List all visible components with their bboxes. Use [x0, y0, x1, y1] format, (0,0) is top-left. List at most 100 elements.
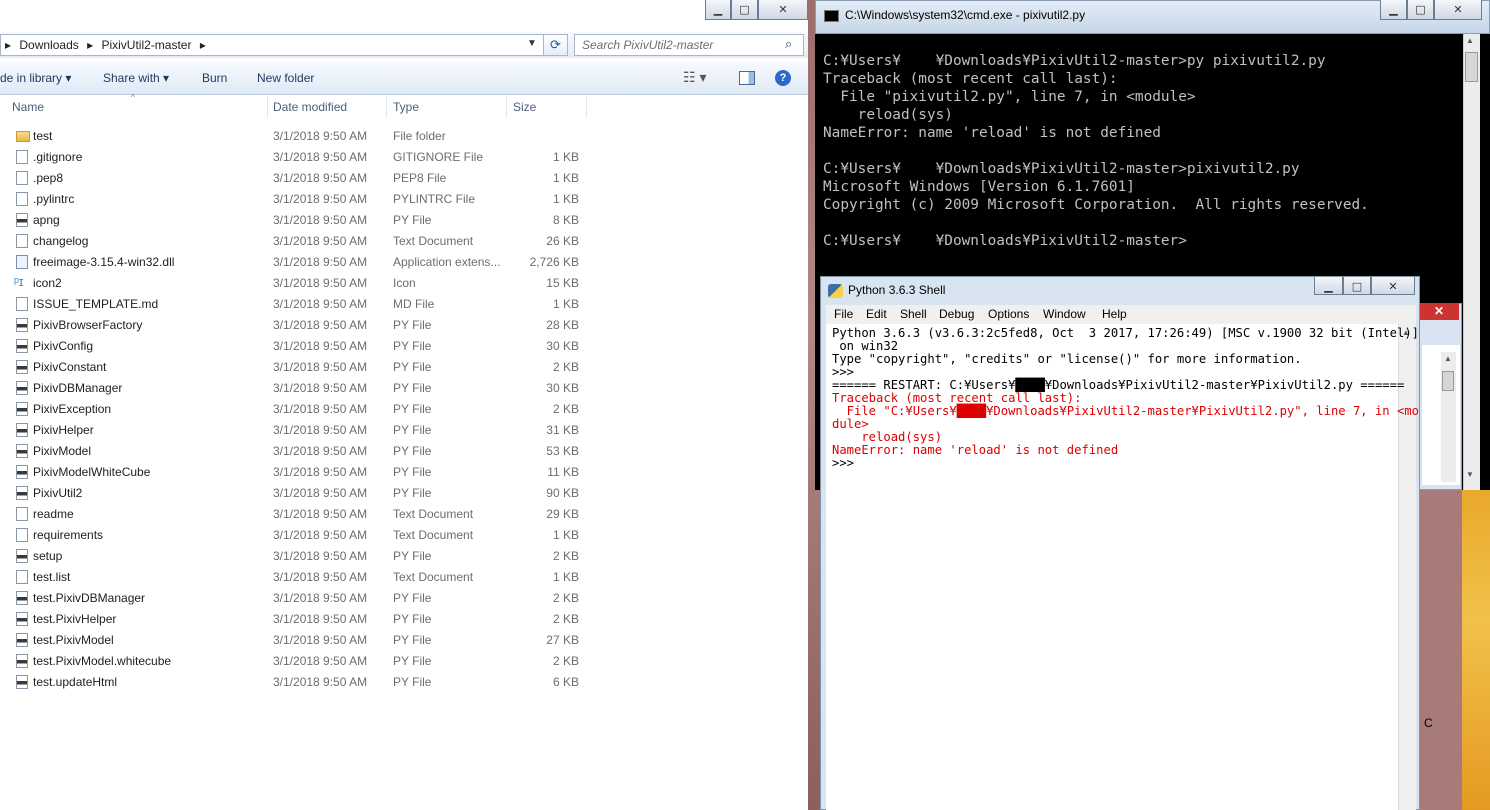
cmd-window-title: C:\Windows\system32\cmd.exe - pixivutil2…: [845, 8, 1086, 22]
file-row[interactable]: setup 3/1/2018 9:50 AM PY File 2 KB: [0, 546, 590, 567]
file-size: 27 KB: [546, 633, 579, 647]
menu-help[interactable]: Help: [1102, 307, 1127, 321]
file-row[interactable]: PixivException 3/1/2018 9:50 AM PY File 2 K…: [0, 399, 590, 420]
search-input[interactable]: Search PixivUtil2-master: [574, 34, 804, 56]
file-name: PixivConfig: [33, 339, 94, 353]
py-icon: [16, 675, 28, 689]
column-size[interactable]: Size: [513, 100, 536, 114]
idle-maximize-button[interactable]: □: [1343, 277, 1371, 295]
idle-close-button[interactable]: ✕: [1371, 277, 1415, 295]
file-row[interactable]: test 3/1/2018 9:50 AM File folder: [0, 126, 590, 147]
cmd-scrollbar[interactable]: [1463, 34, 1480, 490]
breadcrumb[interactable]: ▸ Downloads ▸ PixivUtil2-master ▸: [0, 34, 568, 56]
file-size: 2 KB: [552, 591, 579, 605]
search-icon[interactable]: ⌕: [785, 36, 792, 52]
file-date-modified: 3/1/2018 9:50 AM: [273, 549, 368, 563]
scroll-up-icon[interactable]: ▲: [1444, 354, 1452, 363]
file-type: PY File: [393, 444, 432, 458]
menu-options[interactable]: Options: [988, 307, 1029, 321]
scroll-down-icon[interactable]: ▼: [1466, 470, 1474, 479]
file-row[interactable]: PixivConstant 3/1/2018 9:50 AM PY File 2 KB: [0, 357, 590, 378]
menu-shell[interactable]: Shell: [900, 307, 927, 321]
address-dropdown-icon[interactable]: ▼: [527, 38, 537, 49]
breadcrumb-arrow-icon[interactable]: ▸: [200, 38, 206, 52]
cmd-line: File "pixivutil2.py", line 7, in <module…: [823, 89, 1196, 105]
file-row[interactable]: test.PixivModel.whitecube 3/1/2018 9:50 A…: [0, 651, 590, 672]
breadcrumb-downloads[interactable]: Downloads: [19, 38, 78, 52]
file-row[interactable]: readme 3/1/2018 9:50 AM Text Document 29 KB: [0, 504, 590, 525]
icon-icon: ᵖɪ: [14, 274, 24, 289]
cmd-maximize-button[interactable]: □: [1407, 0, 1434, 20]
py-icon: [16, 339, 28, 353]
menu-debug[interactable]: Debug: [939, 307, 974, 321]
burn-button[interactable]: Burn: [202, 71, 227, 85]
file-row[interactable]: test.updateHtml 3/1/2018 9:50 AM PY File 6 …: [0, 672, 590, 693]
file-row[interactable]: test.PixivModel 3/1/2018 9:50 AM PY File 27…: [0, 630, 590, 651]
file-row[interactable]: PixivDBManager 3/1/2018 9:50 AM PY File 30 …: [0, 378, 590, 399]
cmd-console-output[interactable]: C:¥Users¥ ¥Downloads¥PixivUtil2-master>p…: [823, 52, 1463, 282]
cmd-line: reload(sys): [823, 107, 953, 123]
file-size: 8 KB: [552, 213, 579, 227]
cmd-minimize-button[interactable]: ▁: [1380, 0, 1407, 20]
share-with-button[interactable]: Share with ▾: [103, 71, 169, 85]
column-divider[interactable]: [506, 96, 507, 118]
sort-ascending-icon: ^: [131, 93, 135, 102]
file-row[interactable]: .pep8 3/1/2018 9:50 AM PEP8 File 1 KB: [0, 168, 590, 189]
help-icon[interactable]: ?: [775, 70, 791, 86]
explorer-maximize-button[interactable]: □: [731, 0, 758, 20]
file-name: .gitignore: [33, 150, 83, 164]
idle-editor-close-button[interactable]: ✕: [1419, 303, 1459, 320]
file-row[interactable]: freeimage-3.15.4-win32.dll 3/1/2018 9:50 …: [0, 252, 590, 273]
column-divider[interactable]: [386, 96, 387, 118]
preview-pane-icon[interactable]: [739, 71, 755, 85]
new-folder-button[interactable]: New folder: [257, 71, 314, 85]
menu-file[interactable]: File: [834, 307, 853, 321]
file-row[interactable]: test.PixivDBManager 3/1/2018 9:50 AM PY Fi…: [0, 588, 590, 609]
cmd-scrollbar-thumb[interactable]: [1465, 52, 1478, 82]
idle-editor-scrollbar-thumb[interactable]: [1442, 371, 1454, 391]
explorer-close-button[interactable]: ✕: [758, 0, 808, 20]
file-row[interactable]: test.list 3/1/2018 9:50 AM Text Document 1 …: [0, 567, 590, 588]
file-row[interactable]: PixivModelWhiteCube 3/1/2018 9:50 AM PY Fi…: [0, 462, 590, 483]
file-row[interactable]: PixivHelper 3/1/2018 9:50 AM PY File 31 KB: [0, 420, 590, 441]
file-row[interactable]: test.PixivHelper 3/1/2018 9:50 AM PY File 2…: [0, 609, 590, 630]
file-row[interactable]: .pylintrc 3/1/2018 9:50 AM PYLINTRC File 1 …: [0, 189, 590, 210]
view-options-icon[interactable]: ☷ ▾: [683, 69, 706, 86]
breadcrumb-pixivutil2-master[interactable]: PixivUtil2-master: [101, 38, 191, 52]
cmd-close-button[interactable]: ✕: [1434, 0, 1482, 20]
file-row[interactable]: PixivUtil2 3/1/2018 9:50 AM PY File 90 KB: [0, 483, 590, 504]
cmd-line: Copyright (c) 2009 Microsoft Corporation…: [823, 197, 1369, 213]
idle-shell-scrollbar[interactable]: [1398, 324, 1416, 810]
column-date-modified[interactable]: Date modified: [273, 100, 347, 114]
file-date-modified: 3/1/2018 9:50 AM: [273, 213, 368, 227]
file-size: 2,726 KB: [529, 255, 579, 269]
refresh-icon[interactable]: ⟳: [543, 34, 568, 56]
explorer-minimize-button[interactable]: ▁: [705, 0, 731, 20]
column-type[interactable]: Type: [393, 100, 419, 114]
file-row[interactable]: ᵖɪ icon2 3/1/2018 9:50 AM Icon 15 KB: [0, 273, 590, 294]
idle-minimize-button[interactable]: ▁: [1314, 277, 1343, 295]
column-divider[interactable]: [586, 96, 587, 118]
file-row[interactable]: PixivBrowserFactory 3/1/2018 9:50 AM PY Fi…: [0, 315, 590, 336]
file-date-modified: 3/1/2018 9:50 AM: [273, 570, 368, 584]
breadcrumb-arrow-icon[interactable]: ▸: [5, 38, 11, 52]
column-divider[interactable]: [267, 96, 268, 118]
include-in-library-button[interactable]: de in library ▾: [0, 71, 71, 85]
breadcrumb-arrow-icon[interactable]: ▸: [87, 38, 93, 52]
file-row[interactable]: apng 3/1/2018 9:50 AM PY File 8 KB: [0, 210, 590, 231]
file-name: setup: [33, 549, 63, 563]
file-name: test.PixivHelper: [33, 612, 117, 626]
file-row[interactable]: PixivConfig 3/1/2018 9:50 AM PY File 30 KB: [0, 336, 590, 357]
py-icon: [16, 549, 28, 563]
menu-edit[interactable]: Edit: [866, 307, 887, 321]
file-row[interactable]: ISSUE_TEMPLATE.md 3/1/2018 9:50 AM MD File…: [0, 294, 590, 315]
file-row[interactable]: PixivModel 3/1/2018 9:50 AM PY File 53 KB: [0, 441, 590, 462]
file-row[interactable]: requirements 3/1/2018 9:50 AM Text Documen…: [0, 525, 590, 546]
menu-window[interactable]: Window: [1043, 307, 1086, 321]
file-name: apng: [33, 213, 60, 227]
scroll-up-icon[interactable]: ▲: [1466, 36, 1474, 45]
file-row[interactable]: .gitignore 3/1/2018 9:50 AM GITIGNORE File…: [0, 147, 590, 168]
column-name[interactable]: Name: [12, 100, 44, 114]
file-row[interactable]: changelog 3/1/2018 9:50 AM Text Document 26…: [0, 231, 590, 252]
file-size: 29 KB: [546, 507, 579, 521]
